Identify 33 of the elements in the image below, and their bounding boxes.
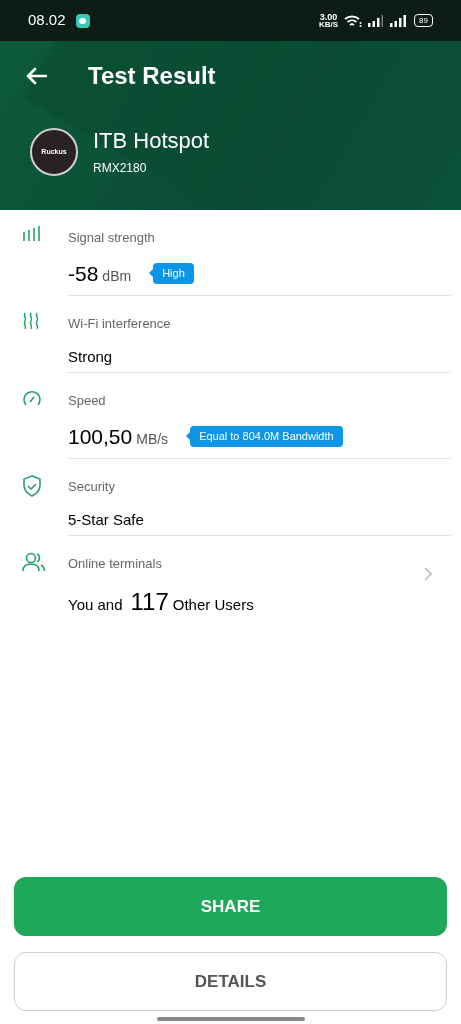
wifi-icon (344, 13, 363, 28)
result-value: -58 (68, 260, 99, 287)
result-value: 100,50 (68, 423, 133, 450)
speedometer-icon (22, 389, 42, 407)
status-time: 08.02 (28, 10, 66, 31)
net-speed-unit: KB/S (318, 20, 339, 29)
result-unit: MB/s (136, 429, 169, 449)
battery-icon: 89 (414, 14, 433, 27)
network-name: ITB Hotspot (93, 127, 210, 155)
shield-check-icon (22, 475, 42, 497)
result-value: 5-Star Safe (68, 509, 144, 530)
page-title: Test Result (88, 61, 216, 91)
chevron-right-icon[interactable] (423, 566, 433, 582)
result-unit: Other Users (172, 594, 254, 615)
result-label: Speed (68, 392, 107, 410)
net-speed: 3.00 (319, 12, 338, 21)
users-icon (22, 552, 46, 572)
result-label: Signal strength (68, 229, 156, 247)
result-label: Wi-Fi interference (68, 315, 172, 333)
back-arrow-icon (25, 67, 47, 85)
cell-signal-icon (368, 14, 385, 27)
result-unit: dBm (102, 266, 132, 286)
result-label: Security (68, 478, 116, 496)
signal-bars-icon (22, 226, 42, 242)
result-value: Strong (68, 346, 113, 367)
cell-signal-icon (390, 14, 407, 27)
chat-icon (75, 13, 90, 28)
device-name: RMX2180 (93, 160, 148, 177)
result-label: Online terminals (68, 555, 163, 573)
result-value: 117 (130, 586, 169, 617)
home-indicator[interactable] (156, 1016, 305, 1021)
details-button[interactable]: DETAILS (14, 952, 447, 1011)
result-prefix: You and (68, 594, 123, 615)
